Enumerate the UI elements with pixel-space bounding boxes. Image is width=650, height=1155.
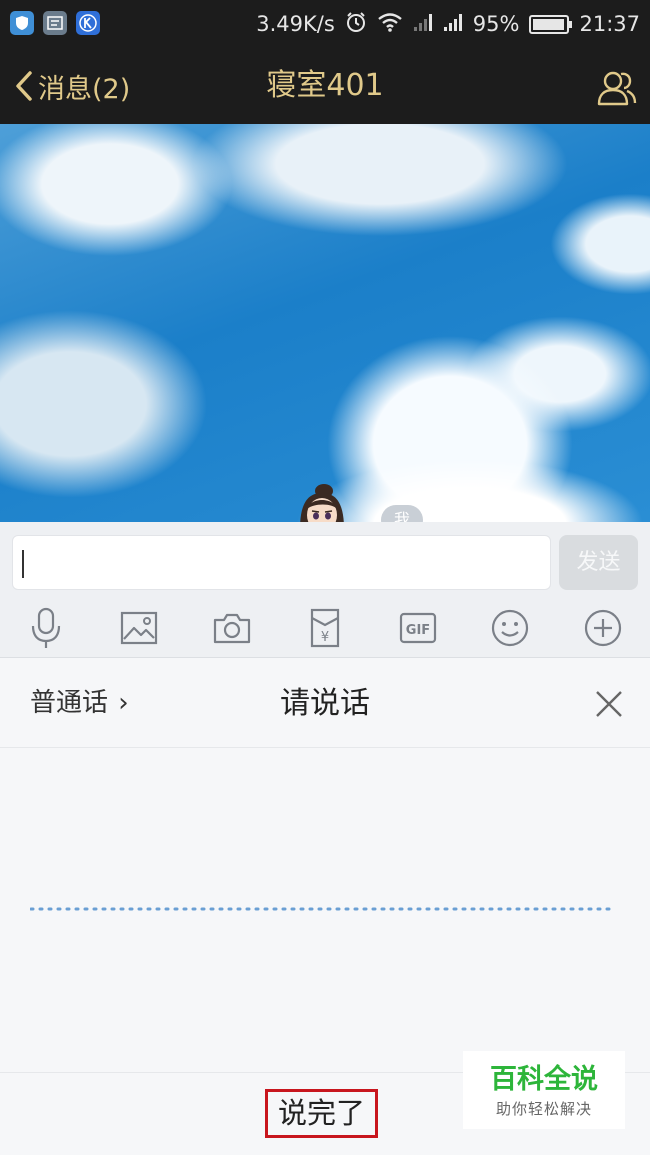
app-icon [43,11,67,35]
message-input[interactable] [12,535,551,590]
language-label: 普通话 [30,688,109,718]
battery-level [533,18,564,30]
chevron-right-icon: › [118,688,129,718]
watermark-subtitle: 助你轻松解决 [495,1100,592,1118]
text-caret [22,550,24,578]
image-button[interactable] [117,606,161,650]
avatar[interactable] [290,481,354,522]
gif-icon: GIF [399,612,437,644]
voice-waveform [30,907,615,911]
close-button[interactable] [593,688,625,720]
wifi-icon [377,12,403,37]
microphone-button[interactable] [24,606,68,650]
emoji-icon [491,609,529,647]
battery-percent: 95% [472,12,520,36]
camera-icon [213,613,251,644]
language-select[interactable]: 普通话 › [30,659,129,748]
close-icon [596,691,622,717]
signal-icon [443,12,463,37]
clock: 21:37 [579,12,640,36]
image-icon [120,611,158,645]
plus-button[interactable] [581,606,625,650]
nav-bar: 消息(2) 寝室401 [0,48,650,124]
yen-glyph: ¥ [321,630,329,645]
emoji-button[interactable] [488,606,532,650]
network-speed: 3.49K/s [256,12,335,36]
sender-tag: 我 [381,505,423,522]
camera-button[interactable] [210,606,254,650]
back-label: 消息(2) [38,73,131,105]
red-packet-icon: ¥ [310,608,340,648]
battery-icon [529,14,573,34]
voice-panel-header: 普通话 › 请说话 [0,659,650,748]
gif-button[interactable]: GIF [396,606,440,650]
input-bar: 发送 [0,522,650,598]
shield-icon [10,11,34,35]
microphone-icon [31,607,61,648]
red-packet-button[interactable]: ¥ [303,606,347,650]
watermark: 百科全说 助你轻松解决 [463,1051,625,1129]
notification-icons [10,11,100,35]
plus-icon [584,609,622,647]
signal-icon [413,12,433,37]
status-bar: 3.49K/s 95% 21:37 [0,0,650,48]
status-indicators: 3.49K/s 95% 21:37 [256,0,640,48]
send-button[interactable]: 发送 [559,535,638,590]
group-profile-button[interactable] [596,66,638,108]
done-speaking-button[interactable]: 说完了 [265,1089,378,1138]
k-app-icon [76,11,100,35]
watermark-title: 百科全说 [490,1064,598,1095]
chat-background: 我 [0,124,650,522]
gif-label: GIF [406,623,430,638]
group-profile-icon [597,71,637,106]
input-toolbar: ¥ GIF [0,598,650,658]
chevron-left-icon [16,71,32,101]
back-button[interactable]: 消息(2) [14,48,130,124]
alarm-icon [345,11,367,38]
